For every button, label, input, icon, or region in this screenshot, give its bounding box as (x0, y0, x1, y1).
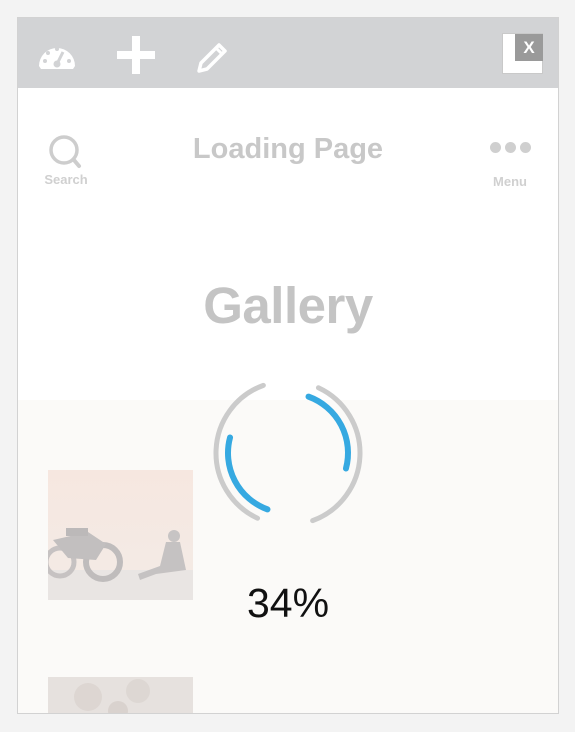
gallery-heading: Gallery (203, 277, 373, 334)
pencil-icon[interactable] (193, 35, 233, 75)
plus-icon[interactable] (116, 35, 156, 75)
menu-button[interactable]: Menu (484, 140, 536, 189)
app-window: X Search Loading Page Menu Gallery 34% (17, 17, 559, 714)
menu-label: Menu (493, 174, 527, 189)
close-button[interactable]: X (515, 34, 543, 61)
search-label: Search (44, 172, 88, 187)
loading-spinner (208, 378, 368, 528)
top-toolbar: X (18, 18, 558, 88)
dashboard-gauge-icon[interactable] (37, 35, 77, 75)
page-title: Loading Page (192, 133, 384, 165)
more-dots-icon (484, 140, 536, 154)
loading-percentage: 34% (246, 580, 330, 626)
spinner-outer-arc-left (213, 382, 266, 521)
gallery-image-second[interactable] (48, 677, 193, 713)
gallery-image-motorcycle[interactable] (48, 470, 193, 600)
spinner-outer-arc-right (310, 385, 363, 524)
